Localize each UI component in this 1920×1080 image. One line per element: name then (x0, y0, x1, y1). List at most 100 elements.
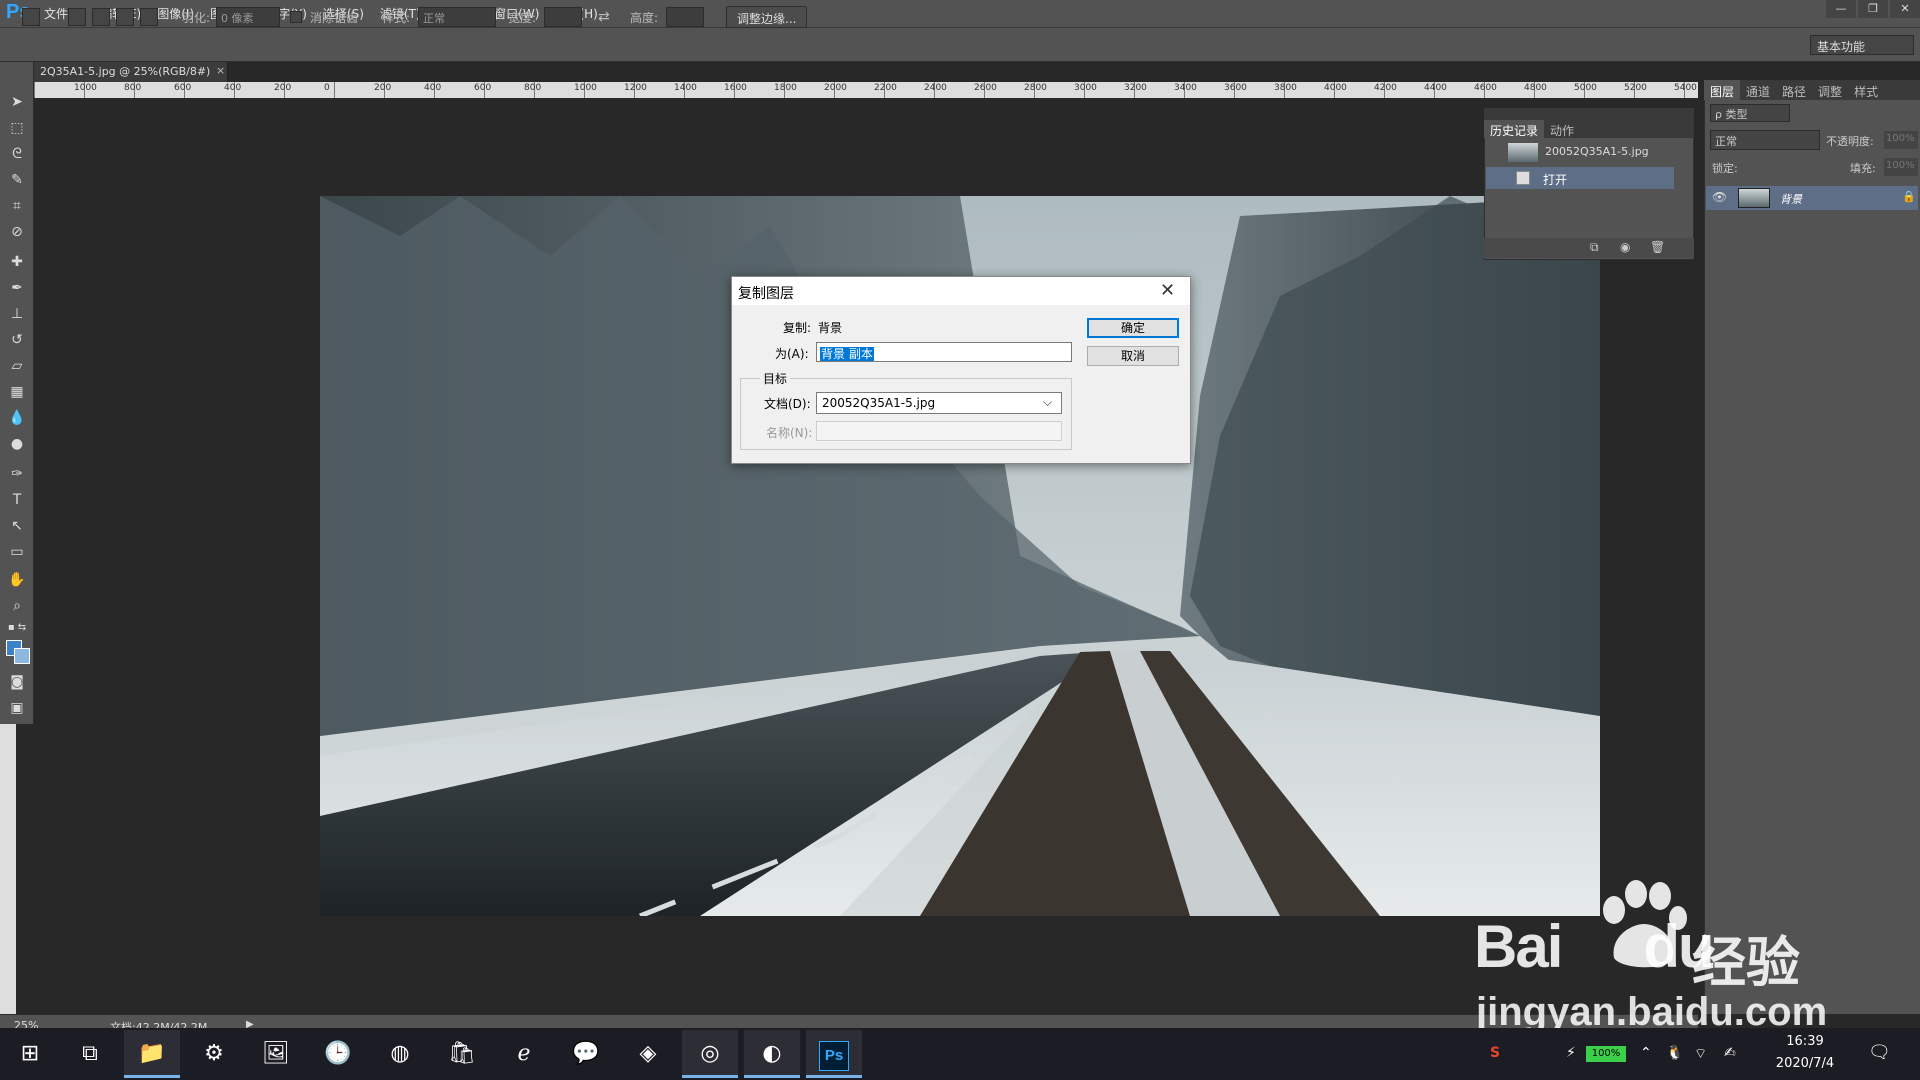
dodge-tool-icon[interactable]: ● (4, 432, 30, 456)
background-color-swatch[interactable] (14, 648, 30, 664)
ruler-tick-label: 2800 (1024, 83, 1047, 93)
clock-date[interactable]: 2020/7/4 (1770, 1056, 1840, 1071)
tab-styles[interactable]: 样式 (1848, 80, 1884, 100)
name-input-disabled (816, 421, 1062, 441)
camera-icon[interactable]: ◉ (1620, 240, 1630, 254)
notification-icon[interactable]: 🗨 (1868, 1042, 1891, 1063)
shape-tool-icon[interactable]: ▭ (4, 540, 30, 564)
ruler-tick-label: 4200 (1374, 83, 1397, 93)
style-select[interactable]: 正常 (418, 7, 496, 27)
marquee-tool-preset-icon[interactable] (22, 8, 40, 26)
tab-history[interactable]: 历史记录 (1484, 120, 1545, 138)
blend-mode-select[interactable]: 正常 (1710, 130, 1820, 150)
height-label: 高度: (630, 11, 659, 25)
power-plug-icon[interactable]: ⚡ (1566, 1045, 1576, 1061)
ruler-tick-label: 5000 (1574, 83, 1597, 93)
ok-button[interactable]: 确定 (1087, 318, 1179, 338)
start-menu-icon[interactable]: ⊞ (2, 1030, 58, 1078)
clock-app-icon[interactable]: 🕒 (310, 1030, 366, 1078)
eyedropper-tool-icon[interactable]: ⊘ (4, 220, 30, 244)
hand-tool-icon[interactable]: ✋ (4, 568, 30, 592)
pen-tool-icon[interactable]: ✑ (4, 462, 30, 486)
fill-input[interactable]: 100% (1884, 158, 1918, 176)
new-document-from-state-icon[interactable]: ⧉ (1590, 240, 1599, 255)
tab-adjustments[interactable]: 调整 (1812, 80, 1848, 100)
type-tool-icon[interactable]: T (4, 488, 30, 512)
tab-layers[interactable]: 图层 (1704, 80, 1741, 100)
default-colors-icon[interactable]: ▪ ⇆ (4, 616, 30, 640)
eraser-tool-icon[interactable]: ▱ (4, 354, 30, 378)
chrome-icon[interactable]: ◍ (372, 1030, 428, 1078)
feishu-icon[interactable]: ◈ (620, 1030, 676, 1078)
minimize-button[interactable]: — (1826, 0, 1856, 18)
zoom-tool-icon[interactable]: ⌕ (4, 594, 30, 618)
marquee-tool-icon[interactable]: ⬚ (4, 116, 30, 140)
workspace-select[interactable]: 基本功能 (1810, 35, 1914, 55)
height-input[interactable] (666, 7, 704, 27)
chevron-down-icon[interactable]: ⌵ (1043, 395, 1052, 410)
width-input[interactable] (544, 7, 582, 27)
opacity-label: 不透明度: (1826, 135, 1874, 148)
clone-stamp-tool-icon[interactable]: ⊥ (4, 302, 30, 326)
new-selection-icon[interactable] (68, 8, 86, 26)
healing-brush-tool-icon[interactable]: ✚ (4, 250, 30, 274)
history-step-open[interactable] (1486, 167, 1674, 189)
dialog-close-icon[interactable]: ✕ (1160, 280, 1175, 301)
quick-select-tool-icon[interactable]: ✎ (4, 168, 30, 192)
clock-time[interactable]: 16:39 (1770, 1034, 1840, 1049)
ie-icon[interactable]: ℯ (496, 1030, 552, 1078)
wifi-icon[interactable]: ⌔ (1694, 1045, 1707, 1063)
avatar-app-icon[interactable]: ◐ (744, 1030, 800, 1078)
close-button[interactable]: ✕ (1890, 0, 1920, 18)
add-selection-icon[interactable] (92, 8, 110, 26)
tab-actions[interactable]: 动作 (1544, 120, 1580, 138)
qq-tray-icon[interactable]: 🐧 (1666, 1045, 1683, 1061)
trash-icon[interactable]: 🗑 (1650, 240, 1665, 254)
intersect-selection-icon[interactable] (140, 8, 158, 26)
document-tab[interactable]: 2Q35A1-5.jpg @ 25%(RGB/8#) (34, 62, 228, 82)
tab-channels[interactable]: 通道 (1740, 80, 1776, 100)
restore-button[interactable]: ❐ (1858, 0, 1888, 18)
sogou-ime-icon[interactable]: S (1490, 1045, 1500, 1061)
swap-icon[interactable]: ⇄ (598, 9, 610, 25)
store-icon[interactable]: 🛍 (434, 1030, 490, 1078)
width-label: 宽度: (508, 11, 537, 25)
settings-gear-icon[interactable]: ⚙ (186, 1030, 242, 1078)
layer-name-input[interactable]: 背景 副本 (816, 342, 1072, 362)
cancel-button[interactable]: 取消 (1087, 346, 1179, 366)
chevron-up-icon[interactable]: ⌃ (1640, 1045, 1652, 1061)
qq-browser-icon[interactable]: ◎ (682, 1030, 738, 1078)
path-select-tool-icon[interactable]: ↖ (4, 514, 30, 538)
layer-kind-filter[interactable]: ρ 类型 (1710, 104, 1790, 122)
brush-tool-icon[interactable]: ✒ (4, 276, 30, 300)
pen-tray-icon[interactable]: ✍ (1724, 1045, 1736, 1061)
file-explorer-icon[interactable]: 📁 (124, 1030, 180, 1078)
lasso-tool-icon[interactable]: ᘓ (4, 142, 30, 166)
photos-icon[interactable]: 🖼 (248, 1030, 304, 1078)
quick-mask-icon[interactable]: ◙ (4, 670, 30, 694)
gradient-tool-icon[interactable]: ▦ (4, 380, 30, 404)
subtract-selection-icon[interactable] (116, 8, 134, 26)
feather-label: 羽化: (182, 11, 211, 25)
visibility-eye-icon[interactable]: 👁 (1712, 190, 1727, 204)
move-tool-icon[interactable]: ➤ (4, 90, 30, 114)
document-select[interactable]: 20052Q35A1-5.jpg (816, 392, 1062, 414)
wechat-icon[interactable]: 💬 (558, 1030, 614, 1078)
opacity-input[interactable]: 100% (1884, 131, 1918, 149)
layer-name-selected-text: 背景 副本 (820, 347, 874, 361)
history-brush-tool-icon[interactable]: ↺ (4, 328, 30, 352)
blur-tool-icon[interactable]: 💧 (4, 406, 30, 430)
antialias-checkbox[interactable] (290, 11, 302, 23)
screen-mode-icon[interactable]: ▣ (4, 696, 30, 720)
crop-tool-icon[interactable]: ⌗ (4, 194, 30, 218)
feather-input[interactable]: 0 像素 (216, 7, 280, 27)
battery-indicator[interactable]: 100% (1586, 1046, 1626, 1062)
photoshop-taskbar-icon[interactable]: Ps (806, 1030, 862, 1078)
tab-close-icon[interactable]: × (216, 64, 225, 77)
ruler-tick-label: 400 (224, 83, 242, 93)
task-view-icon[interactable]: ⧉ (62, 1030, 118, 1078)
refine-edge-button[interactable]: 调整边缘... (726, 6, 808, 28)
tab-paths[interactable]: 路径 (1776, 80, 1812, 100)
ruler-tick-label: 3600 (1224, 83, 1247, 93)
vertical-ruler (0, 724, 16, 1014)
